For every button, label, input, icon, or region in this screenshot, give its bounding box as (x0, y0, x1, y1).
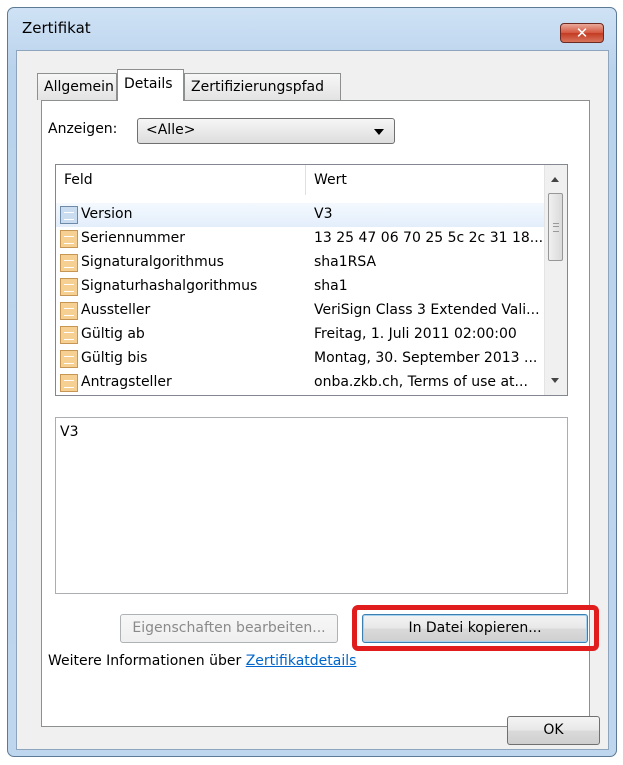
field-name: Seriennummer (81, 230, 186, 246)
list-item-version[interactable]: Version V3 (56, 203, 546, 227)
ok-button[interactable]: OK (507, 716, 600, 745)
chevron-down-icon (374, 129, 384, 135)
vertical-scrollbar[interactable] (544, 165, 567, 395)
tab-label: Allgemein (44, 79, 114, 95)
field-value: Montag, 30. September 2013 ... (314, 350, 538, 366)
edit-properties-button[interactable]: Eigenschaften bearbeiten... (120, 614, 338, 643)
certificate-field-icon (60, 326, 78, 344)
column-header-field[interactable]: Feld (56, 165, 306, 195)
show-dropdown-value: <Alle> (146, 122, 196, 138)
scroll-up-arrow-icon[interactable] (551, 177, 559, 182)
certificate-field-icon (60, 278, 78, 296)
list-item[interactable]: Gültig ab Freitag, 1. Juli 2011 02:00:00 (56, 323, 546, 347)
field-detail-textbox[interactable]: V3 (55, 417, 568, 594)
certificate-field-icon (60, 206, 78, 224)
tab-details[interactable]: Details (117, 69, 184, 101)
close-button[interactable]: ✕ (560, 23, 604, 43)
tab-label: Zertifizierungspfad (191, 79, 324, 95)
more-info-line: Weitere Informationen über Zertifikatdet… (48, 653, 356, 669)
column-header-value[interactable]: Wert (306, 165, 546, 195)
field-detail-value: V3 (60, 424, 79, 440)
field-value: sha1RSA (314, 254, 377, 270)
field-name: Signaturalgorithmus (81, 254, 224, 270)
field-value: onba.zkb.ch, Terms of use at... (314, 374, 528, 390)
certificate-details-link[interactable]: Zertifikatdetails (246, 653, 357, 669)
scrollbar-thumb[interactable] (548, 193, 563, 261)
field-name: Version (81, 206, 133, 222)
field-value: sha1 (314, 278, 348, 294)
certificate-dialog: Zertifikat ✕ Allgemein Details Zertifizi… (7, 7, 617, 757)
list-item[interactable]: Antragsteller onba.zkb.ch, Terms of use … (56, 371, 546, 395)
copy-to-file-button[interactable]: In Datei kopieren... (362, 614, 588, 643)
certificate-field-icon (60, 350, 78, 368)
field-name: Aussteller (81, 302, 151, 318)
tab-allgemein[interactable]: Allgemein (37, 73, 117, 100)
title-bar[interactable]: Zertifikat ✕ (8, 8, 616, 44)
fields-listview[interactable]: Feld Wert Version V3 Seriennummer 13 25 … (55, 164, 568, 396)
field-value: V3 (314, 206, 333, 222)
list-item[interactable]: Gültig bis Montag, 30. September 2013 ..… (56, 347, 546, 371)
list-item[interactable]: Aussteller VeriSign Class 3 Extended Val… (56, 299, 546, 323)
show-label: Anzeigen: (48, 121, 118, 137)
field-value: Freitag, 1. Juli 2011 02:00:00 (314, 326, 517, 342)
more-info-text: Weitere Informationen über (48, 653, 246, 669)
list-item[interactable]: Seriennummer 13 25 47 06 70 25 5c 2c 31 … (56, 227, 546, 251)
list-item[interactable]: Signaturhashalgorithmus sha1 (56, 275, 546, 299)
field-value: VeriSign Class 3 Extended Vali... (314, 302, 540, 318)
field-value: 13 25 47 06 70 25 5c 2c 31 18... (314, 230, 544, 246)
field-name: Gültig ab (81, 326, 145, 342)
field-name: Gültig bis (81, 350, 148, 366)
tab-zertifizierungspfad[interactable]: Zertifizierungspfad (184, 73, 341, 100)
certificate-field-icon (60, 374, 78, 392)
window-title: Zertifikat (22, 19, 91, 37)
field-name: Signaturhashalgorithmus (81, 278, 258, 294)
show-dropdown[interactable]: <Alle> (137, 118, 395, 144)
scroll-down-arrow-icon[interactable] (551, 378, 559, 383)
field-name: Antragsteller (81, 374, 172, 390)
grip-icon (553, 223, 559, 232)
tab-label: Details (124, 76, 173, 92)
close-icon: ✕ (575, 24, 589, 42)
certificate-field-icon (60, 254, 78, 272)
certificate-field-icon (60, 302, 78, 320)
certificate-field-icon (60, 230, 78, 248)
list-item[interactable]: Signaturalgorithmus sha1RSA (56, 251, 546, 275)
